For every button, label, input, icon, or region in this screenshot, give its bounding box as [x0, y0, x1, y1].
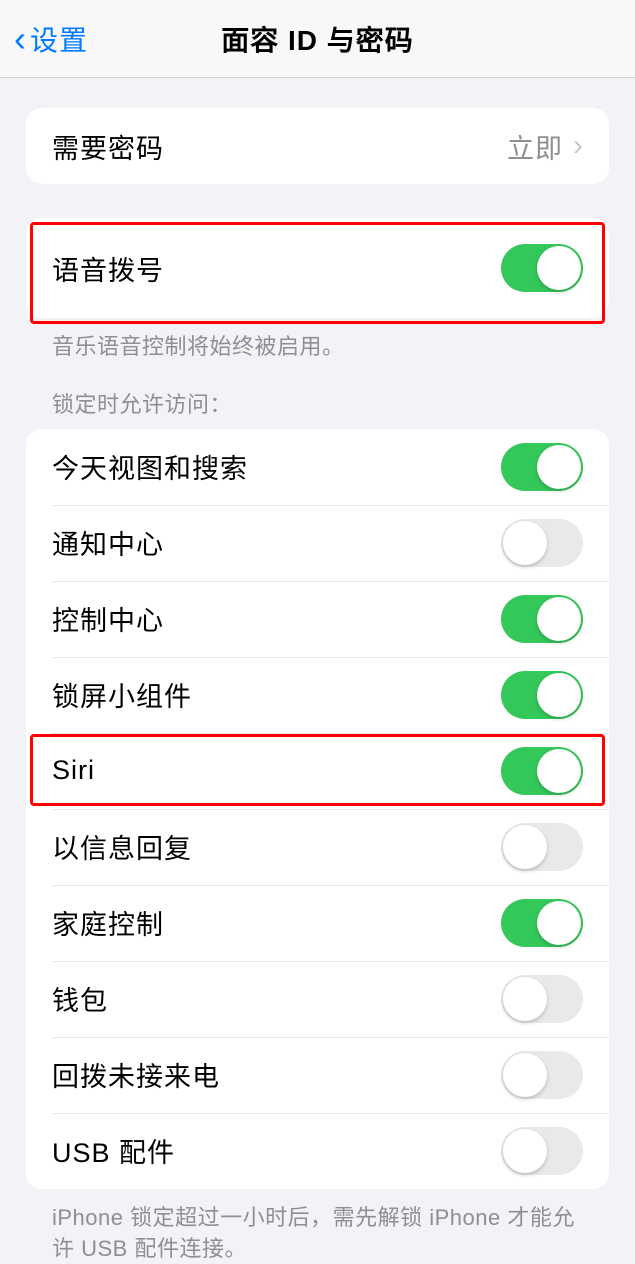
chevron-right-icon: › [573, 129, 583, 163]
page-title: 面容 ID 与密码 [221, 19, 414, 59]
chevron-left-icon: ‹ [14, 21, 26, 57]
locked-access-label: 今天视图和搜索 [52, 447, 248, 486]
require-passcode-group: 需要密码 立即 › [26, 108, 609, 184]
locked-access-row: 控制中心 [26, 581, 609, 657]
locked-access-label: 钱包 [52, 979, 108, 1018]
locked-access-label: 锁屏小组件 [52, 675, 192, 714]
locked-access-toggle[interactable] [501, 595, 583, 643]
locked-access-toggle[interactable] [501, 519, 583, 567]
locked-access-row: USB 配件 [26, 1113, 609, 1189]
require-passcode-label: 需要密码 [52, 127, 164, 166]
voice-dial-label: 语音拨号 [52, 249, 164, 288]
require-passcode-value: 立即 [507, 127, 563, 166]
locked-access-toggle[interactable] [501, 671, 583, 719]
locked-access-row: Siri [26, 733, 609, 809]
require-passcode-row[interactable]: 需要密码 立即 › [26, 108, 609, 184]
locked-access-row: 以信息回复 [26, 809, 609, 885]
back-label: 设置 [30, 19, 88, 59]
locked-access-row: 家庭控制 [26, 885, 609, 961]
navigation-bar: ‹ 设置 面容 ID 与密码 [0, 0, 635, 78]
locked-access-toggle[interactable] [501, 747, 583, 795]
locked-access-header: 锁定时允许访问： [0, 387, 635, 429]
locked-access-label: 回拨未接来电 [52, 1055, 220, 1094]
locked-access-label: 家庭控制 [52, 903, 164, 942]
voice-dial-footer: 音乐语音控制将始终被启用。 [0, 318, 635, 363]
locked-access-label: 以信息回复 [52, 827, 192, 866]
locked-access-label: 控制中心 [52, 599, 164, 638]
locked-access-row: 今天视图和搜索 [26, 429, 609, 505]
locked-access-toggle[interactable] [501, 1127, 583, 1175]
content: 需要密码 立即 › 语音拨号 音乐语音控制将始终被启用。 锁定时允许访问： 今天… [0, 78, 635, 1264]
locked-access-toggle[interactable] [501, 443, 583, 491]
row-right: 立即 › [507, 127, 583, 166]
voice-dial-toggle[interactable] [501, 244, 583, 292]
locked-access-toggle[interactable] [501, 975, 583, 1023]
locked-access-row: 钱包 [26, 961, 609, 1037]
locked-access-label: USB 配件 [52, 1131, 175, 1170]
locked-access-row: 通知中心 [26, 505, 609, 581]
locked-access-group: 今天视图和搜索通知中心控制中心锁屏小组件 Siri 以信息回复家庭控制钱包回拨未接来… [26, 429, 609, 1189]
locked-access-row: 锁屏小组件 [26, 657, 609, 733]
locked-access-label: Siri [52, 755, 95, 786]
locked-access-toggle[interactable] [501, 823, 583, 871]
locked-access-toggle[interactable] [501, 899, 583, 947]
locked-access-label: 通知中心 [52, 523, 164, 562]
locked-access-row: 回拨未接来电 [26, 1037, 609, 1113]
voice-dial-group: 语音拨号 [26, 218, 609, 318]
locked-access-toggle[interactable] [501, 1051, 583, 1099]
voice-dial-row: 语音拨号 [26, 230, 609, 306]
back-button[interactable]: ‹ 设置 [0, 19, 88, 59]
